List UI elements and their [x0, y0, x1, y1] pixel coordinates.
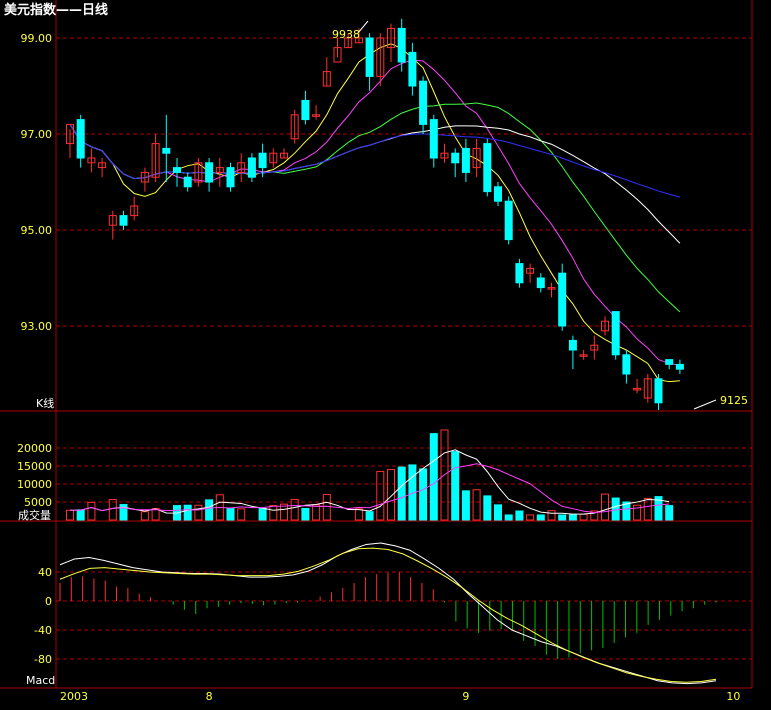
low-annotation-text: 9125	[720, 394, 748, 407]
volume-bar	[205, 499, 214, 521]
candle-body	[515, 263, 524, 284]
candle-body	[119, 215, 128, 226]
volume-bar	[568, 514, 577, 521]
candle-body	[258, 152, 267, 169]
candle-body	[611, 311, 620, 356]
macd-tick-label: -40	[34, 624, 52, 637]
volume-bar	[483, 495, 492, 521]
candle-body	[76, 119, 85, 159]
price-tick-label: 93.00	[21, 320, 53, 333]
candle-body	[429, 119, 438, 159]
price-tick-label: 97.00	[21, 128, 53, 141]
candle-body	[568, 339, 577, 351]
volume-tick-label: 10000	[17, 478, 52, 491]
candle-body	[162, 147, 171, 154]
volume-bar	[611, 497, 620, 521]
macd-tick-label: 0	[45, 595, 52, 608]
volume-tick-label: 20000	[17, 442, 52, 455]
x-tick-label: 10	[726, 690, 740, 703]
candle	[515, 258, 524, 288]
candle	[247, 153, 256, 182]
volume-bar	[301, 507, 310, 521]
candle-body	[408, 51, 417, 87]
volume-bar	[76, 509, 85, 521]
volume-bar	[665, 505, 674, 521]
volume-bar	[397, 466, 406, 521]
candle-body	[247, 157, 256, 178]
volume-panel-label: 成交量	[18, 508, 51, 522]
candle-body	[504, 200, 513, 241]
candle-body	[451, 152, 460, 164]
candle-body	[536, 277, 545, 289]
volume-bar	[494, 504, 502, 521]
candle	[226, 162, 235, 192]
price-tick-label: 95.00	[21, 224, 53, 237]
kline-panel-label: K线	[36, 396, 54, 410]
candle	[504, 196, 513, 245]
candle-body	[461, 147, 470, 173]
candle-body	[675, 363, 684, 370]
candle-body	[483, 143, 492, 193]
candle-body	[419, 80, 428, 125]
x-tick-label: 8	[206, 690, 213, 703]
macd-tick-label: -80	[34, 653, 52, 666]
x-tick-label: 9	[462, 690, 469, 703]
volume-bar	[429, 433, 438, 521]
candle-body	[183, 176, 192, 188]
candle-body	[226, 167, 235, 188]
volume-bar	[461, 490, 470, 521]
volume-bar	[536, 514, 545, 521]
volume-bar	[183, 504, 192, 521]
macd-tick-label: 40	[38, 566, 52, 579]
volume-tick-label: 5000	[24, 496, 52, 509]
candle-body	[558, 272, 567, 327]
volume-tick-label: 15000	[17, 460, 52, 473]
candle-body	[494, 186, 502, 202]
candle	[611, 311, 620, 360]
candle-body	[654, 378, 663, 404]
volume-bar	[365, 511, 374, 521]
volume-bar	[558, 514, 567, 521]
candle-body	[173, 167, 181, 173]
volume-bar	[451, 451, 460, 521]
candle-body	[397, 27, 406, 63]
candle	[483, 138, 492, 197]
volume-bar	[226, 507, 235, 521]
x-tick-label: 2003	[60, 690, 88, 703]
candle-body	[665, 359, 674, 365]
chart-title: 美元指数——日线	[4, 2, 108, 18]
volume-bar	[258, 507, 267, 521]
macd-panel-label: Macd	[26, 674, 55, 687]
price-tick-label: 99.00	[21, 32, 53, 45]
candle-body	[365, 37, 374, 77]
high-annotation-text: 9938	[332, 28, 360, 41]
candle-body	[301, 99, 310, 121]
candle-body	[622, 354, 631, 375]
candle-body	[205, 162, 214, 183]
candle	[558, 263, 567, 331]
volume-bar	[504, 514, 513, 521]
volume-bar	[419, 468, 428, 521]
chart-root: 99.00 97.00 95.00 93.00 20000 15000 10000 5000 4…	[0, 0, 771, 710]
volume-bar	[515, 510, 524, 521]
chart-background	[0, 0, 771, 710]
